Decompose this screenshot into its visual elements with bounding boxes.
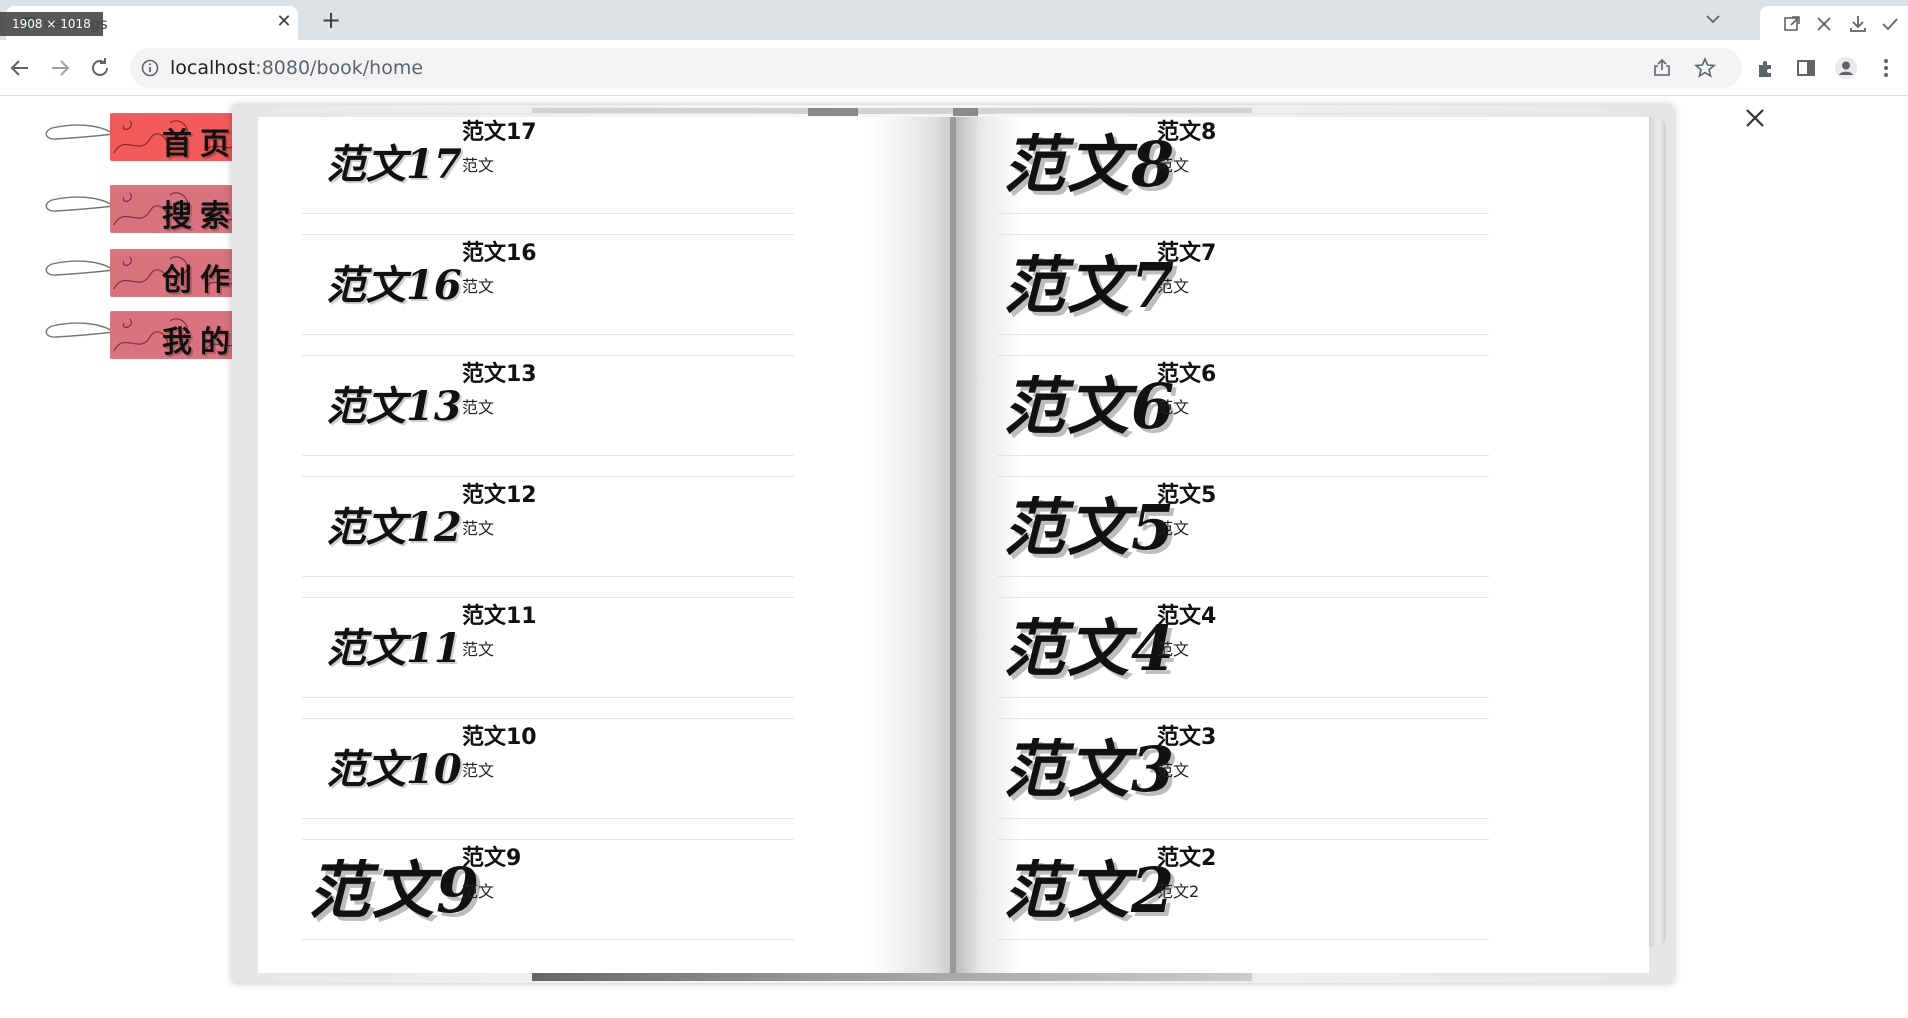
url-host: localhost	[170, 57, 256, 79]
article-title[interactable]: 范文17	[462, 114, 537, 146]
article-description: 范文	[1157, 398, 1190, 417]
article-description: 范文	[1157, 761, 1190, 780]
article-description: 范文	[462, 761, 495, 780]
article-entry[interactable]: 范文8 范文8 范文	[997, 113, 1489, 214]
new-tab-button[interactable]: +	[317, 6, 345, 34]
article-title[interactable]: 范文10	[462, 719, 537, 751]
book-spine	[950, 117, 956, 973]
tag-label-text: 创作	[162, 263, 238, 297]
close-icon[interactable]	[1742, 105, 1768, 131]
article-description: 范文	[462, 156, 495, 175]
kebab-menu-icon[interactable]	[1874, 56, 1898, 80]
article-cover-image[interactable]: 范文8	[1003, 118, 1174, 212]
tag-label-text: 搜索	[162, 199, 238, 233]
reload-icon[interactable]	[86, 54, 114, 82]
article-entry[interactable]: 范文12 范文12 范文	[302, 476, 794, 577]
article-title[interactable]: 范文8	[1157, 114, 1216, 146]
book-top-edge-mark	[953, 108, 978, 116]
tag-label-text: 首页	[162, 127, 238, 161]
article-title[interactable]: 范文7	[1157, 235, 1216, 267]
article-description: 范文	[1157, 519, 1190, 538]
article-entry[interactable]: 范文16 范文16 范文	[302, 234, 794, 335]
article-title[interactable]: 范文12	[462, 477, 537, 509]
article-description: 范文	[1157, 640, 1190, 659]
article-entry[interactable]: 范文2 范文2 范文2	[997, 839, 1489, 940]
article-cover-image[interactable]: 范文17	[308, 118, 462, 212]
article-title[interactable]: 范文13	[462, 356, 537, 388]
article-cover-image[interactable]: 范文11	[308, 602, 462, 696]
article-description: 范文	[462, 277, 495, 296]
book-top-edge-mark	[808, 108, 858, 116]
article-cover-image[interactable]: 范文4	[1003, 602, 1174, 696]
tag-label-text: 我的	[162, 325, 238, 359]
forward-arrow-icon[interactable]	[46, 54, 74, 82]
article-description: 范文2	[1157, 882, 1200, 901]
article-title[interactable]: 范文2	[1157, 840, 1216, 872]
article-description: 范文	[462, 882, 495, 901]
article-entry[interactable]: 范文13 范文13 范文	[302, 355, 794, 456]
article-description: 范文	[462, 640, 495, 659]
article-entry[interactable]: 范文10 范文10 范文	[302, 718, 794, 819]
article-entry[interactable]: 范文6 范文6 范文	[997, 355, 1489, 456]
article-title[interactable]: 范文16	[462, 235, 537, 267]
tab-strip: ve-blogs ✕ 1908 × 1018 +	[0, 0, 1908, 40]
extensions-puzzle-icon[interactable]	[1754, 56, 1778, 80]
tab-close-icon[interactable]: ✕	[274, 12, 294, 32]
article-title[interactable]: 范文6	[1157, 356, 1216, 388]
bookmark-star-icon[interactable]	[1694, 57, 1716, 79]
browser-toolbar: localhost:8080/book/home	[0, 40, 1908, 96]
article-cover-image[interactable]: 范文6	[1003, 360, 1174, 454]
share-icon[interactable]	[1652, 58, 1672, 78]
article-entry[interactable]: 范文17 范文17 范文	[302, 113, 794, 214]
article-title[interactable]: 范文11	[462, 598, 537, 630]
url-text[interactable]: localhost:8080/book/home	[170, 57, 423, 79]
extension-popup-bar	[1760, 6, 1908, 40]
close-icon[interactable]	[1814, 14, 1834, 34]
book-bottom-edge	[532, 973, 1252, 981]
article-cover-image[interactable]: 范文2	[1003, 844, 1174, 938]
profile-avatar-icon[interactable]	[1834, 56, 1858, 80]
side-tag-2[interactable]: 创作	[44, 245, 264, 301]
article-title[interactable]: 范文9	[462, 840, 521, 872]
article-entry[interactable]: 范文9 范文9 范文	[302, 839, 794, 940]
side-tag-1[interactable]: 搜索	[44, 181, 264, 237]
article-entry[interactable]: 范文5 范文5 范文	[997, 476, 1489, 577]
article-title[interactable]: 范文3	[1157, 719, 1216, 751]
article-entry[interactable]: 范文4 范文4 范文	[997, 597, 1489, 698]
book-page-stack	[1648, 117, 1666, 947]
article-entry[interactable]: 范文11 范文11 范文	[302, 597, 794, 698]
book-page-left[interactable]: 范文17 范文17 范文 范文16 范文16 范文 范文13 范文13 范文 范文12 范文12 范文…	[258, 113, 953, 973]
article-description: 范文	[1157, 156, 1190, 175]
side-tag-0[interactable]: 首页	[44, 109, 264, 165]
back-arrow-icon[interactable]	[6, 54, 34, 82]
side-tag-3[interactable]: 我的	[44, 307, 264, 363]
book-page-right[interactable]: 范文8 范文8 范文 范文7 范文7 范文 范文6 范文6 范文 范文5 范文5 范文 范文4 范文4 范文…	[953, 113, 1649, 973]
article-cover-image[interactable]: 范文3	[1003, 723, 1174, 817]
article-title[interactable]: 范文4	[1157, 598, 1216, 630]
address-bar[interactable]: localhost:8080/book/home	[130, 48, 1742, 88]
chevron-down-icon[interactable]	[1702, 8, 1724, 30]
article-cover-image[interactable]: 范文12	[308, 481, 462, 575]
checkmark-icon[interactable]	[1880, 14, 1900, 34]
page-viewport: 首页 搜索 创作 我的 范文17 范文17 范文 范文16 范文16 范文 范文13 范文13 范文范…	[0, 97, 1908, 1018]
side-panel-icon[interactable]	[1794, 56, 1818, 80]
article-entry[interactable]: 范文3 范文3 范文	[997, 718, 1489, 819]
info-icon[interactable]	[140, 58, 160, 78]
url-path: :8080/book/home	[255, 57, 424, 79]
article-title[interactable]: 范文5	[1157, 477, 1216, 509]
article-description: 范文	[462, 519, 495, 538]
article-cover-image[interactable]: 范文16	[308, 239, 462, 333]
article-entry[interactable]: 范文7 范文7 范文	[997, 234, 1489, 335]
article-description: 范文	[462, 398, 495, 417]
article-cover-image[interactable]: 范文5	[1003, 481, 1174, 575]
article-description: 范文	[1157, 277, 1190, 296]
article-cover-image[interactable]: 范文10	[308, 723, 462, 817]
dimension-badge: 1908 × 1018	[0, 12, 103, 36]
article-cover-image[interactable]: 范文13	[308, 360, 462, 454]
open-external-icon[interactable]	[1782, 14, 1802, 34]
article-cover-image[interactable]: 范文9	[308, 844, 479, 938]
download-icon[interactable]	[1848, 14, 1868, 34]
article-cover-image[interactable]: 范文7	[1003, 239, 1174, 333]
